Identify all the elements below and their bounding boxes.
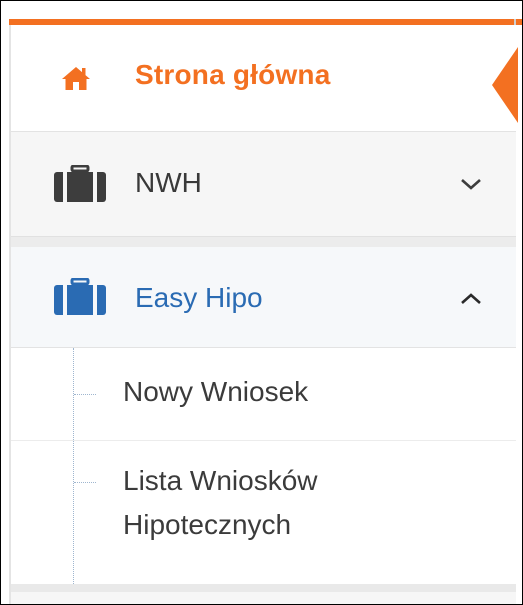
briefcase-icon — [54, 278, 106, 315]
home-icon — [62, 67, 90, 90]
sidebar-item-nwh[interactable]: NWH — [11, 132, 516, 237]
submenu-item-nowy-wniosek[interactable]: Nowy Wniosek — [11, 348, 516, 441]
sidebar-item-label: Strona główna — [135, 59, 331, 90]
chevron-down-icon[interactable] — [459, 176, 483, 192]
sidebar-menu: Strona główna NWH Easy Hipo Nowy Wniosek… — [9, 25, 518, 604]
tree-connector — [74, 394, 96, 395]
sidebar-frame: Strona główna NWH Easy Hipo Nowy Wniosek… — [0, 0, 523, 605]
tree-connector — [74, 482, 96, 483]
sidebar-item-easy-hipo[interactable]: Easy Hipo — [11, 247, 516, 348]
submenu-easy-hipo: Nowy Wniosek Lista Wniosków Hipotecznych — [11, 348, 516, 584]
submenu-item-lista-wnioskow[interactable]: Lista Wniosków Hipotecznych — [11, 441, 516, 583]
briefcase-icon — [54, 165, 106, 202]
active-indicator — [492, 47, 518, 123]
sidebar-item-next[interactable] — [11, 592, 516, 604]
sidebar-item-home[interactable]: Strona główna — [11, 25, 518, 132]
sidebar-item-label: NWH — [135, 167, 202, 198]
submenu-item-label: Nowy Wniosek — [123, 376, 309, 407]
submenu-item-label: Lista Wniosków Hipotecznych — [123, 465, 318, 540]
menu-separator — [11, 584, 516, 592]
sidebar-item-label: Easy Hipo — [135, 282, 263, 313]
chevron-up-icon[interactable] — [459, 291, 483, 307]
menu-separator — [11, 237, 516, 247]
